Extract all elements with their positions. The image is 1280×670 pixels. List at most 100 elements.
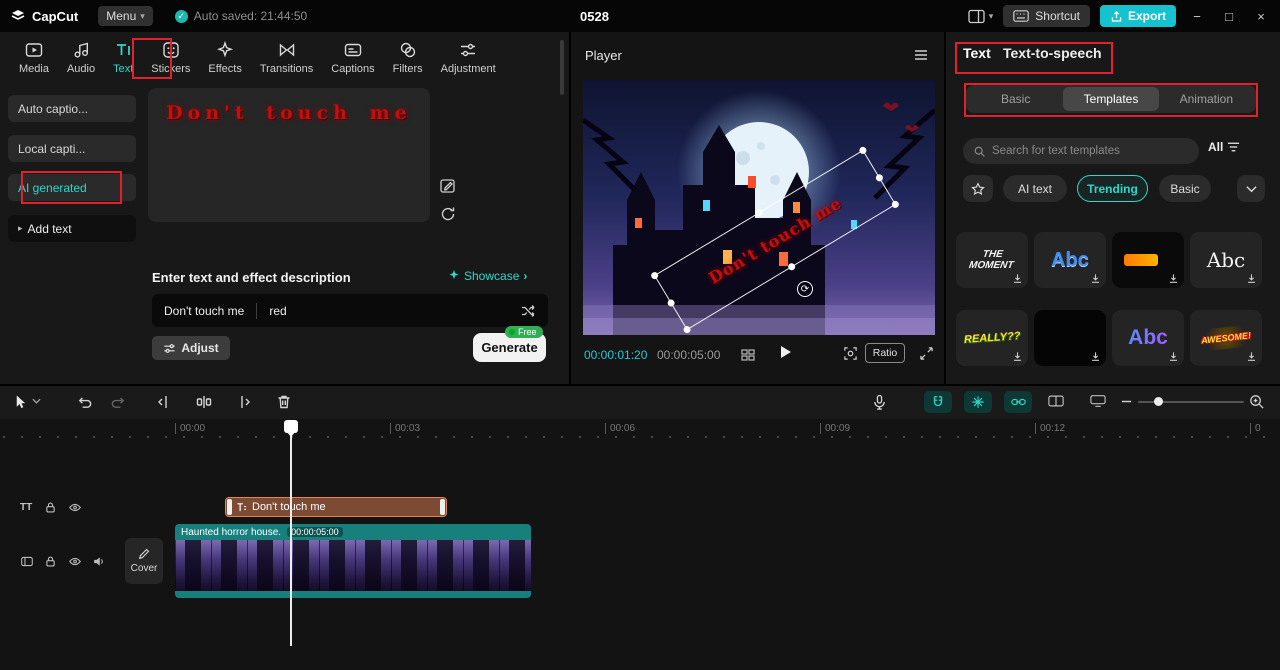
- tab-text-library[interactable]: Text: [963, 45, 991, 61]
- tab-text-to-speech[interactable]: Text-to-speech: [1003, 45, 1102, 61]
- tab-effects[interactable]: Effects: [199, 40, 250, 75]
- adjust-button[interactable]: Adjust: [152, 336, 230, 360]
- download-icon[interactable]: [1090, 273, 1101, 284]
- download-icon[interactable]: [1012, 351, 1023, 362]
- ratio-button[interactable]: Ratio: [865, 343, 905, 363]
- eye-icon[interactable]: [68, 501, 82, 514]
- shuffle-icon[interactable]: [520, 303, 536, 319]
- template-card[interactable]: REALLY??: [956, 310, 1028, 366]
- template-card[interactable]: [1034, 310, 1106, 366]
- player-menu-icon[interactable]: [913, 48, 929, 62]
- redo-icon[interactable]: [110, 394, 127, 410]
- autosave-status: Auto saved: 21:44:50: [193, 9, 308, 23]
- delete-icon[interactable]: [276, 394, 292, 410]
- tab-captions[interactable]: Captions: [322, 40, 383, 75]
- tab-adjustment[interactable]: Adjustment: [432, 40, 505, 75]
- download-icon[interactable]: [1168, 273, 1179, 284]
- template-card[interactable]: Abc: [1112, 310, 1184, 366]
- tab-text[interactable]: Text: [104, 40, 142, 75]
- split-left-icon[interactable]: [156, 394, 172, 410]
- fullscreen-icon[interactable]: [919, 346, 934, 361]
- tab-transitions[interactable]: Transitions: [251, 40, 322, 75]
- lock-icon[interactable]: [44, 555, 57, 568]
- undo-icon[interactable]: [76, 394, 93, 410]
- preview-quality-icon[interactable]: [741, 349, 755, 361]
- close-button[interactable]: ×: [1250, 9, 1272, 24]
- clip-trim-handle-left[interactable]: [227, 499, 232, 515]
- download-icon[interactable]: [1090, 351, 1101, 362]
- export-button[interactable]: Export: [1099, 5, 1176, 27]
- play-button[interactable]: [777, 344, 793, 360]
- cover-button[interactable]: Cover: [125, 538, 163, 584]
- download-icon[interactable]: [1168, 351, 1179, 362]
- record-voiceover-icon[interactable]: [872, 394, 887, 411]
- chip-ai-text[interactable]: AI text: [1003, 175, 1067, 202]
- split-view-icon[interactable]: [1048, 394, 1064, 408]
- select-tool-chevron-icon[interactable]: [32, 398, 41, 404]
- layout-chevron-icon[interactable]: ▾: [989, 11, 994, 22]
- sidebar-item-ai-generated[interactable]: AI generated: [8, 174, 136, 201]
- playhead-line[interactable]: [290, 433, 292, 646]
- template-card[interactable]: [1112, 232, 1184, 288]
- zoom-slider-knob[interactable]: [1154, 397, 1163, 406]
- search-input[interactable]: [992, 145, 1189, 157]
- lock-icon[interactable]: [44, 501, 57, 514]
- mute-speaker-icon[interactable]: [92, 555, 106, 568]
- rotate-handle-icon[interactable]: ⟳: [797, 281, 813, 297]
- tab-media[interactable]: Media: [10, 40, 58, 75]
- preview-focus-icon[interactable]: [843, 346, 858, 361]
- sidebar-item-auto-captions[interactable]: Auto captio...: [8, 95, 136, 122]
- subtab-basic[interactable]: Basic: [968, 87, 1063, 111]
- timeline-video-clip[interactable]: Haunted horror house. 00:00:05:00: [175, 524, 531, 598]
- sidebar-item-add-text[interactable]: ▸ Add text: [8, 215, 136, 242]
- menu-button[interactable]: Menu ▾: [98, 6, 153, 26]
- split-icon[interactable]: [196, 394, 212, 410]
- minimize-button[interactable]: −: [1186, 9, 1208, 24]
- sidebar-item-local-captions[interactable]: Local capti...: [8, 135, 136, 162]
- panel-scrollbar[interactable]: [560, 40, 564, 95]
- template-search[interactable]: [963, 138, 1199, 164]
- tab-stickers[interactable]: Stickers: [142, 40, 199, 75]
- favorites-button[interactable]: [963, 175, 993, 202]
- subtab-animation[interactable]: Animation: [1159, 87, 1254, 111]
- layout-icon[interactable]: [968, 9, 985, 24]
- filter-all[interactable]: All: [1208, 140, 1240, 154]
- highlight-bar-shape: [1124, 254, 1158, 266]
- zoom-out-icon[interactable]: [1120, 395, 1133, 408]
- eye-icon[interactable]: [68, 555, 82, 568]
- template-card[interactable]: THE MOMENT: [956, 232, 1028, 288]
- timeline-text-clip[interactable]: Don't touch me: [225, 497, 447, 517]
- template-card[interactable]: Abc: [1034, 232, 1106, 288]
- main-track-magnet-button[interactable]: [924, 391, 952, 413]
- split-right-icon[interactable]: [236, 394, 252, 410]
- tab-audio[interactable]: Audio: [58, 40, 104, 75]
- auto-snap-button[interactable]: [964, 391, 992, 413]
- preview-axis-icon[interactable]: [1090, 394, 1106, 408]
- text-style-preview[interactable]: Don't touch me: [148, 88, 430, 222]
- download-icon[interactable]: [1012, 273, 1023, 284]
- chip-trending[interactable]: Trending: [1077, 175, 1148, 202]
- link-clips-button[interactable]: [1004, 391, 1032, 413]
- timeline-ruler[interactable]: 00:00 00:03 00:06 00:09 00:12 0: [0, 419, 1280, 440]
- regenerate-icon[interactable]: [438, 204, 458, 224]
- expand-categories-button[interactable]: [1237, 175, 1265, 202]
- chip-basic[interactable]: Basic: [1159, 175, 1211, 202]
- edit-text-icon[interactable]: [438, 176, 458, 196]
- template-card[interactable]: AWESOME!: [1190, 310, 1262, 366]
- select-tool-icon[interactable]: [13, 394, 28, 410]
- selection-handle[interactable]: [753, 208, 764, 218]
- download-icon[interactable]: [1246, 273, 1257, 284]
- download-icon[interactable]: [1246, 351, 1257, 362]
- maximize-button[interactable]: □: [1218, 9, 1240, 24]
- showcase-link[interactable]: Showcase ›: [448, 269, 527, 283]
- zoom-fit-icon[interactable]: [1248, 393, 1265, 410]
- template-card[interactable]: Abc: [1190, 232, 1262, 288]
- playhead-handle[interactable]: [284, 420, 298, 437]
- shortcut-button[interactable]: Shortcut: [1003, 5, 1090, 27]
- template-label: THE MOMENT: [968, 249, 1015, 271]
- clip-trim-handle-right[interactable]: [440, 499, 445, 515]
- video-preview[interactable]: Don't touch me ⟳: [583, 80, 935, 335]
- subtab-templates[interactable]: Templates: [1063, 87, 1159, 111]
- tab-filters[interactable]: Filters: [384, 40, 432, 75]
- prompt-input[interactable]: Don't touch me red: [152, 294, 548, 327]
